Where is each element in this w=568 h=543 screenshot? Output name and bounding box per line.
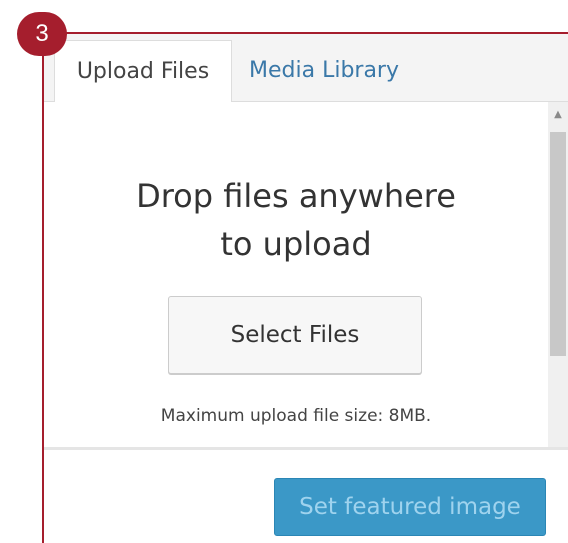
- drop-instructions-line-1: Drop files anywhere: [136, 177, 456, 215]
- media-modal: Upload Files Media Library Drop files an…: [44, 34, 568, 543]
- content-scrollbar[interactable]: ▲ ▼: [548, 102, 568, 480]
- upload-drop-zone[interactable]: Drop files anywhere to upload Select Fil…: [44, 102, 548, 480]
- drop-instructions-line-2: to upload: [220, 225, 372, 263]
- triangle-up-icon[interactable]: ▲: [548, 104, 568, 126]
- tab-media-library[interactable]: Media Library: [249, 40, 399, 101]
- tab-upload-files[interactable]: Upload Files: [54, 40, 232, 102]
- max-upload-size-text: Maximum upload file size: 8MB.: [160, 406, 432, 426]
- select-files-button[interactable]: Select Files: [168, 296, 422, 374]
- drop-instructions: Drop files anywhere to upload: [44, 172, 548, 268]
- scrollbar-thumb[interactable]: [550, 132, 566, 356]
- step-number-badge: 3: [17, 12, 67, 56]
- modal-footer: Set featured image: [44, 450, 568, 543]
- media-tab-bar: Upload Files Media Library: [44, 34, 568, 102]
- set-featured-image-button[interactable]: Set featured image: [274, 478, 546, 536]
